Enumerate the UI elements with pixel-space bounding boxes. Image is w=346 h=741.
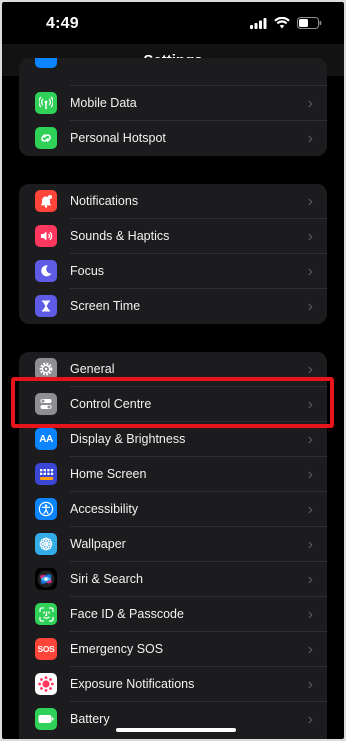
sos-icon-text: SOS — [37, 644, 55, 654]
chevron-right-icon: › — [307, 431, 313, 448]
status-icons — [250, 16, 322, 34]
settings-row-label: Mobile Data — [70, 96, 137, 110]
settings-row-label: Siri & Search — [70, 572, 143, 586]
settings-row-focus[interactable]: Focus › — [19, 254, 327, 289]
settings-row-label: Personal Hotspot — [70, 131, 166, 145]
wifi-icon — [274, 16, 290, 34]
settings-row-sounds-haptics[interactable]: Sounds & Haptics › — [19, 219, 327, 254]
settings-row-control-centre[interactable]: Control Centre › — [19, 387, 327, 422]
speaker-icon — [35, 225, 57, 247]
settings-row-label: Exposure Notifications — [70, 677, 195, 691]
phone-screen: 4:49 Settings Mo — [2, 2, 344, 739]
settings-row-display-brightness[interactable]: AA Display & Brightness › — [19, 422, 327, 457]
settings-row-label: Face ID & Passcode — [70, 607, 184, 621]
settings-row-label: Display & Brightness — [70, 432, 186, 446]
battery-icon — [35, 708, 57, 730]
settings-row-label: General — [70, 362, 115, 376]
settings-row-label: Home Screen — [70, 467, 147, 481]
settings-group-general: General › Control Centre › AA Display & … — [19, 352, 327, 739]
settings-row-label: Notifications — [70, 194, 139, 208]
settings-row-general[interactable]: General › — [19, 352, 327, 387]
hourglass-icon — [35, 295, 57, 317]
settings-row-exposure-notifications[interactable]: Exposure Notifications › — [19, 667, 327, 702]
settings-row-mobile-data[interactable]: Mobile Data › — [19, 86, 327, 121]
settings-row-emergency-sos[interactable]: SOS Emergency SOS › — [19, 632, 327, 667]
settings-row-label: Battery — [70, 712, 110, 726]
face-id-icon — [35, 603, 57, 625]
settings-group-connectivity: Mobile Data › Personal Hotspot › — [19, 58, 327, 156]
battery-status-icon — [297, 16, 322, 34]
hotspot-icon — [35, 127, 57, 149]
chevron-right-icon: › — [307, 606, 313, 623]
chevron-right-icon: › — [307, 396, 313, 413]
home-grid-icon — [35, 463, 57, 485]
settings-row-label: Screen Time — [70, 299, 141, 313]
chevron-right-icon: › — [307, 501, 313, 518]
settings-row-label: Emergency SOS — [70, 642, 164, 656]
chevron-right-icon: › — [307, 361, 313, 378]
settings-row-partial[interactable] — [19, 58, 327, 86]
text-size-icon: AA — [35, 428, 57, 450]
settings-row-siri-search[interactable]: Siri & Search › — [19, 562, 327, 597]
settings-row-accessibility[interactable]: Accessibility › — [19, 492, 327, 527]
settings-group-notifications: Notifications › Sounds & Haptics › Focus… — [19, 184, 327, 324]
chevron-right-icon: › — [307, 676, 313, 693]
settings-row-face-id-passcode[interactable]: Face ID & Passcode › — [19, 597, 327, 632]
settings-row-label: Accessibility — [70, 502, 139, 516]
gear-icon — [35, 358, 57, 380]
chevron-right-icon: › — [307, 641, 313, 658]
toggles-icon — [35, 393, 57, 415]
chevron-right-icon: › — [307, 466, 313, 483]
exposure-icon — [35, 673, 57, 695]
chevron-right-icon: › — [307, 571, 313, 588]
status-time: 4:49 — [46, 15, 79, 32]
accessibility-icon — [35, 498, 57, 520]
settings-row-label: Wallpaper — [70, 537, 126, 551]
bell-icon — [35, 190, 57, 212]
settings-list[interactable]: Mobile Data › Personal Hotspot › Notific… — [2, 58, 344, 739]
settings-row-wallpaper[interactable]: Wallpaper › — [19, 527, 327, 562]
chevron-right-icon: › — [307, 228, 313, 245]
chevron-right-icon: › — [307, 193, 313, 210]
sos-icon: SOS — [35, 638, 57, 660]
chevron-right-icon: › — [307, 711, 313, 728]
settings-row-home-screen[interactable]: Home Screen › — [19, 457, 327, 492]
settings-row-personal-hotspot[interactable]: Personal Hotspot › — [19, 121, 327, 156]
flower-icon — [35, 533, 57, 555]
chevron-right-icon: › — [307, 536, 313, 553]
text-size-glyph: AA — [39, 433, 53, 445]
chevron-right-icon: › — [307, 263, 313, 280]
status-bar: 4:49 — [2, 2, 344, 44]
cellular-signal-icon — [250, 16, 267, 34]
settings-row-label: Control Centre — [70, 397, 152, 411]
settings-row-label: Focus — [70, 264, 105, 278]
chevron-right-icon: › — [307, 298, 313, 315]
chevron-right-icon: › — [307, 95, 313, 112]
blue-partial-icon — [35, 58, 57, 68]
settings-row-label: Sounds & Haptics — [70, 229, 170, 243]
siri-icon — [35, 568, 57, 590]
settings-row-screen-time[interactable]: Screen Time › — [19, 289, 327, 324]
moon-icon — [35, 260, 57, 282]
home-indicator — [116, 728, 236, 732]
settings-row-notifications[interactable]: Notifications › — [19, 184, 327, 219]
chevron-right-icon: › — [307, 130, 313, 147]
antenna-icon — [35, 92, 57, 114]
